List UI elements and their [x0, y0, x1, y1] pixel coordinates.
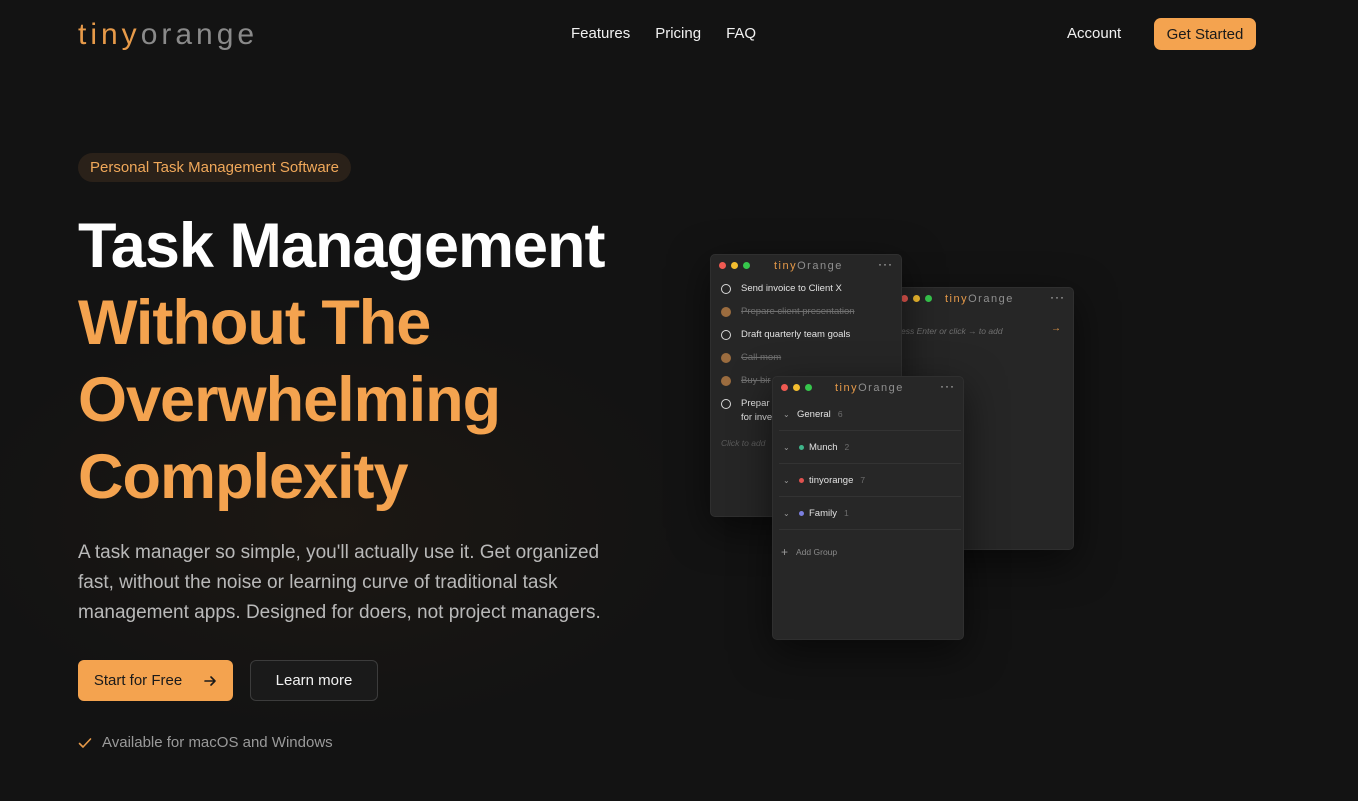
add-group-button[interactable]: + Add Group — [781, 545, 837, 559]
hero-title-line2: Without The — [78, 288, 431, 358]
account-link[interactable]: Account — [1067, 25, 1121, 42]
chevron-down-icon[interactable]: ⌄ — [783, 443, 797, 452]
app-window-groups: tinyOrange ··· ⌄ General 6 ⌄ Munch 2 ⌄ tin… — [772, 376, 964, 640]
nav-links: Features Pricing FAQ — [571, 25, 756, 42]
task-item[interactable]: Buy bir — [721, 374, 771, 388]
window-controls — [781, 384, 812, 391]
group-row[interactable]: ⌄ General 6 — [779, 398, 961, 431]
task-input-hint[interactable]: ess Enter or click → to add — [901, 326, 1003, 336]
hero-title-line1: Task Management — [78, 211, 605, 281]
task-checkbox[interactable] — [721, 376, 731, 386]
hero-title: Task Management Without The Overwhelming… — [78, 208, 605, 516]
chevron-down-icon[interactable]: ⌄ — [783, 509, 797, 518]
click-to-add[interactable]: Click to add — [721, 438, 765, 448]
nav-link-pricing[interactable]: Pricing — [655, 25, 701, 42]
group-row[interactable]: ⌄ tinyorange 7 — [779, 464, 961, 497]
add-arrow-icon[interactable]: → — [1051, 323, 1061, 334]
chevron-down-icon[interactable]: ⌄ — [783, 476, 797, 485]
hero-subtitle: A task manager so simple, you'll actuall… — [78, 542, 601, 623]
task-item[interactable]: Send invoice to Client X — [721, 282, 842, 296]
more-icon[interactable]: ··· — [1050, 290, 1065, 304]
category-pill: Personal Task Management Software — [78, 153, 352, 182]
availability-text: Available for macOS and Windows — [102, 734, 333, 751]
nav-link-faq[interactable]: FAQ — [726, 25, 756, 42]
get-started-button[interactable]: Get Started — [1154, 18, 1256, 50]
logo[interactable]: tinyorange — [78, 18, 258, 52]
task-checkbox[interactable] — [721, 307, 731, 317]
window-controls — [901, 295, 932, 302]
more-icon[interactable]: ··· — [878, 257, 893, 271]
task-item[interactable]: Prepare client presentation — [721, 305, 855, 319]
task-item[interactable]: Call mom — [721, 351, 781, 365]
window-title: tinyOrange — [945, 293, 1014, 305]
window-title: tinyOrange — [835, 382, 904, 394]
group-color-dot — [799, 444, 804, 450]
hero-title-line3: Overwhelming — [78, 365, 501, 435]
hero-title-line4: Complexity — [78, 442, 409, 512]
group-row[interactable]: ⌄ Family 1 — [779, 497, 961, 530]
task-checkbox[interactable] — [721, 399, 731, 409]
logo-part-tiny: tiny — [78, 18, 141, 51]
learn-more-button[interactable]: Learn more — [250, 660, 378, 701]
plus-icon: + — [781, 545, 789, 559]
start-for-free-button[interactable]: Start for Free — [78, 660, 233, 701]
task-checkbox[interactable] — [721, 353, 731, 363]
chevron-down-icon[interactable]: ⌄ — [783, 410, 797, 419]
nav-link-features[interactable]: Features — [571, 25, 630, 42]
group-color-dot — [799, 510, 804, 516]
task-checkbox[interactable] — [721, 330, 731, 340]
arrow-right-icon — [204, 675, 216, 686]
check-icon — [78, 737, 92, 748]
window-title: tinyOrange — [774, 260, 843, 272]
availability-note: Available for macOS and Windows — [78, 734, 333, 751]
window-controls — [719, 262, 750, 269]
start-for-free-label: Start for Free — [93, 672, 183, 689]
more-icon[interactable]: ··· — [940, 379, 955, 393]
task-item[interactable]: Prepar for inve — [721, 397, 772, 425]
group-row[interactable]: ⌄ Munch 2 — [779, 431, 961, 464]
group-color-dot — [799, 477, 804, 483]
task-checkbox[interactable] — [721, 284, 731, 294]
logo-part-orange: orange — [140, 18, 259, 51]
task-item[interactable]: Draft quarterly team goals — [721, 328, 850, 342]
